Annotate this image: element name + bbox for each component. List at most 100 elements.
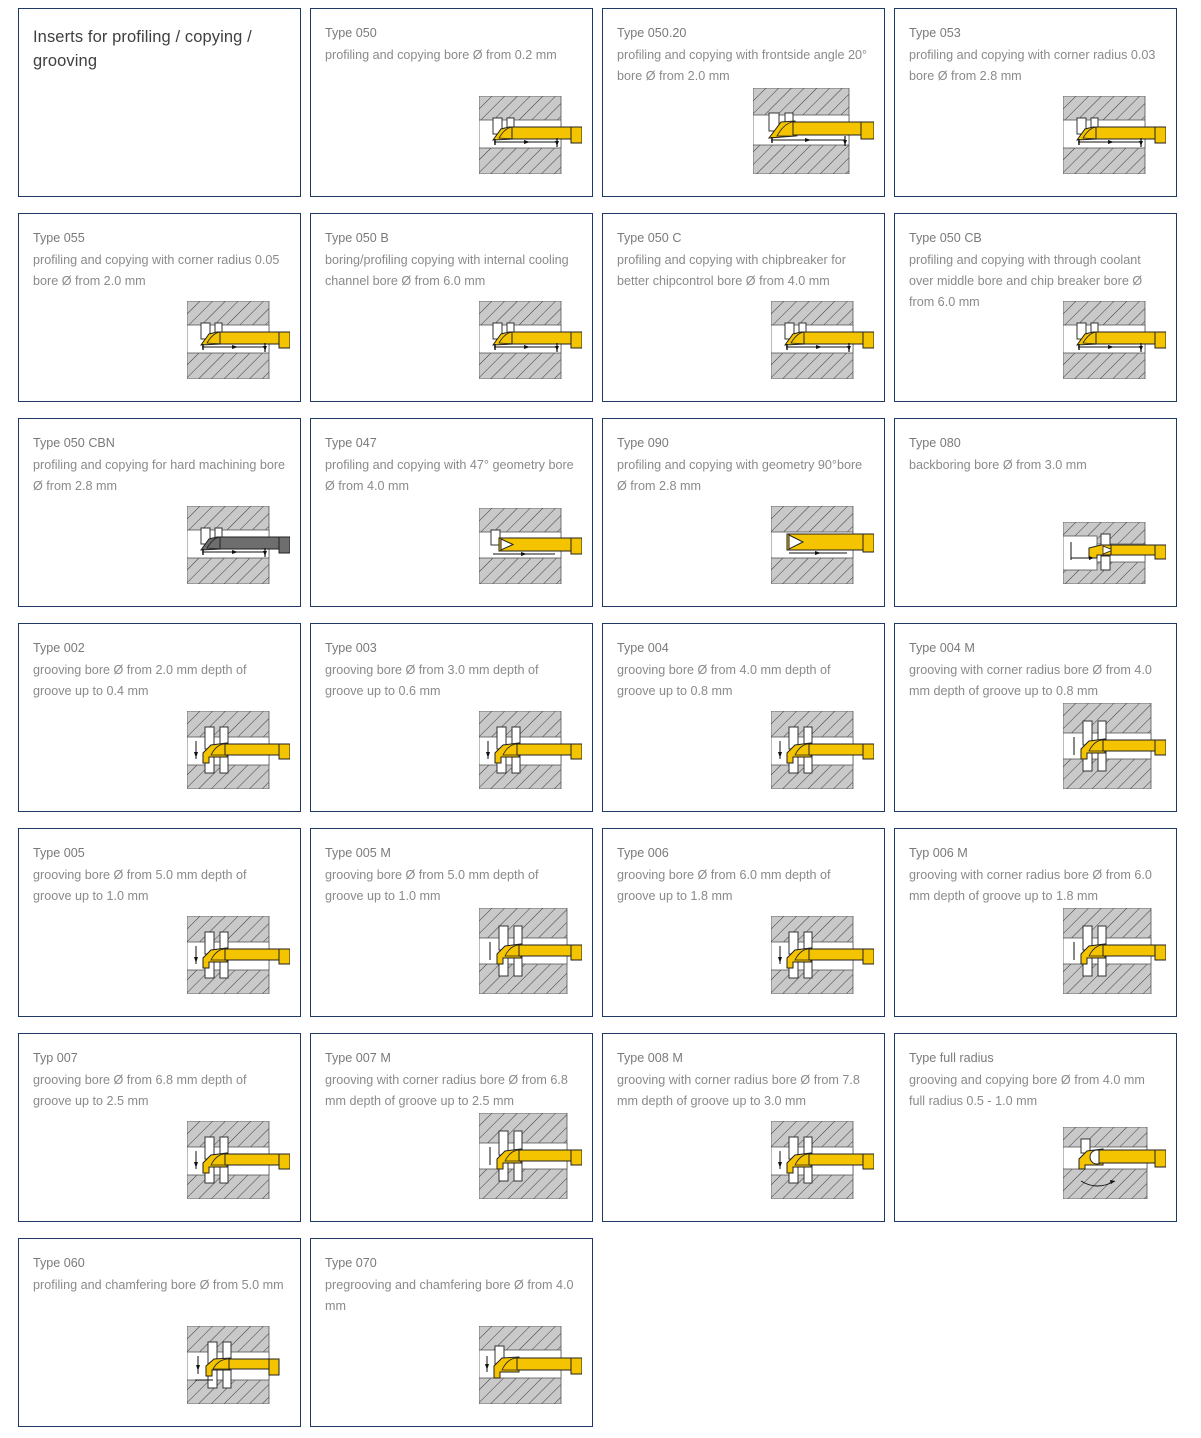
insert-type-card[interactable]: Type 060 profiling and chamfering bore Ø … bbox=[18, 1238, 301, 1427]
insert-figure-area bbox=[311, 295, 592, 379]
insert-figure-area bbox=[603, 1115, 884, 1199]
insert-figure-area bbox=[311, 1113, 592, 1199]
insert-type-description: grooving bore Ø from 2.0 mm depth of gro… bbox=[33, 663, 247, 698]
insert-type-description: grooving with corner radius bore Ø from … bbox=[617, 1073, 860, 1108]
insert-type-card[interactable]: Typ 006 M grooving with corner radius bor… bbox=[894, 828, 1177, 1017]
tool-cross-section-diagram bbox=[753, 88, 874, 174]
tool-cross-section-diagram bbox=[479, 1113, 582, 1199]
tool-cross-section-diagram bbox=[479, 1326, 582, 1404]
insert-type-label: Type 006 bbox=[617, 846, 669, 860]
insert-type-card[interactable]: Type 055 profiling and copying with corne… bbox=[18, 213, 301, 402]
insert-type-card[interactable]: Type 007 M grooving with corner radius bo… bbox=[310, 1033, 593, 1222]
insert-figure-area bbox=[895, 90, 1176, 174]
insert-type-card[interactable]: Type full radius grooving and copying bor… bbox=[894, 1033, 1177, 1222]
insert-type-label: Type 050 bbox=[325, 26, 377, 40]
insert-type-description: grooving with corner radius bore Ø from … bbox=[325, 1073, 568, 1108]
insert-type-description: profiling and copying bore Ø from 0.2 mm bbox=[325, 48, 557, 62]
insert-type-card[interactable]: Type 005 grooving bore Ø from 5.0 mm dept… bbox=[18, 828, 301, 1017]
insert-type-card[interactable]: Type 006 grooving bore Ø from 6.0 mm dept… bbox=[602, 828, 885, 1017]
insert-type-card[interactable]: Type 005 M grooving bore Ø from 5.0 mm de… bbox=[310, 828, 593, 1017]
insert-type-label: Type 005 bbox=[33, 846, 85, 860]
insert-type-card[interactable]: Type 050 CBN profiling and copying for ha… bbox=[18, 418, 301, 607]
insert-figure-area bbox=[603, 500, 884, 584]
insert-figure-area bbox=[311, 705, 592, 789]
insert-figure-area bbox=[311, 1320, 592, 1404]
insert-type-card[interactable]: Type 004 grooving bore Ø from 4.0 mm dept… bbox=[602, 623, 885, 812]
insert-figure-area bbox=[603, 705, 884, 789]
insert-type-label: Type 080 bbox=[909, 436, 961, 450]
insert-type-card[interactable]: Type 008 M grooving with corner radius bo… bbox=[602, 1033, 885, 1222]
insert-type-description: grooving with corner radius bore Ø from … bbox=[909, 868, 1152, 903]
insert-type-label: Type full radius bbox=[909, 1051, 994, 1065]
insert-type-label: Typ 006 M bbox=[909, 846, 968, 860]
insert-type-card[interactable]: Type 050 CB profiling and copying with th… bbox=[894, 213, 1177, 402]
insert-type-card[interactable]: Type 080 backboring bore Ø from 3.0 mm bbox=[894, 418, 1177, 607]
insert-type-card[interactable]: Type 053 profiling and copying with corne… bbox=[894, 8, 1177, 197]
insert-type-label: Type 050 CB bbox=[909, 231, 982, 245]
tool-cross-section-diagram bbox=[187, 1326, 290, 1404]
insert-figure-area bbox=[311, 500, 592, 584]
tool-cross-section-diagram bbox=[771, 1121, 874, 1199]
insert-figure-area bbox=[895, 908, 1176, 994]
tool-cross-section-diagram bbox=[771, 711, 874, 789]
tool-cross-section-diagram bbox=[1063, 96, 1166, 174]
insert-type-label: Type 090 bbox=[617, 436, 669, 450]
insert-type-label: Type 002 bbox=[33, 641, 85, 655]
insert-type-description: profiling and copying with through coola… bbox=[909, 253, 1143, 309]
insert-type-card[interactable]: Type 003 grooving bore Ø from 3.0 mm dept… bbox=[310, 623, 593, 812]
insert-type-description: boring/profiling copying with internal c… bbox=[325, 253, 569, 288]
section-heading-card: Inserts for profiling / copying / groovi… bbox=[18, 8, 301, 197]
insert-type-description: profiling and copying for hard machining… bbox=[33, 458, 286, 493]
insert-type-description: profiling and copying with corner radius… bbox=[33, 253, 280, 288]
insert-type-card[interactable]: Typ 007 grooving bore Ø from 6.8 mm depth… bbox=[18, 1033, 301, 1222]
insert-figure-area bbox=[603, 295, 884, 379]
insert-type-card[interactable]: Type 070 pregrooving and chamfering bore … bbox=[310, 1238, 593, 1427]
tool-cross-section-diagram bbox=[771, 916, 874, 994]
insert-type-description: profiling and copying with frontside ang… bbox=[617, 48, 868, 83]
insert-figure-area bbox=[895, 1115, 1176, 1199]
tool-cross-section-diagram bbox=[187, 711, 290, 789]
tool-cross-section-diagram bbox=[1063, 908, 1166, 994]
insert-type-label: Type 050 B bbox=[325, 231, 389, 245]
insert-type-card[interactable]: Type 002 grooving bore Ø from 2.0 mm dept… bbox=[18, 623, 301, 812]
insert-type-card[interactable]: Type 050 C profiling and copying with chi… bbox=[602, 213, 885, 402]
insert-type-card[interactable]: Type 090 profiling and copying with geome… bbox=[602, 418, 885, 607]
tool-cross-section-diagram bbox=[479, 908, 582, 994]
insert-figure-area bbox=[603, 910, 884, 994]
insert-figure-area bbox=[19, 500, 300, 584]
insert-type-description: grooving bore Ø from 3.0 mm depth of gro… bbox=[325, 663, 539, 698]
insert-figure-area bbox=[19, 910, 300, 994]
insert-type-description: grooving bore Ø from 6.0 mm depth of gro… bbox=[617, 868, 831, 903]
insert-type-description: profiling and copying with corner radius… bbox=[909, 48, 1156, 83]
tool-cross-section-diagram bbox=[479, 301, 582, 379]
insert-type-card[interactable]: Type 050 profiling and copying bore Ø fro… bbox=[310, 8, 593, 197]
tool-cross-section-diagram bbox=[479, 711, 582, 789]
insert-type-label: Type 070 bbox=[325, 1256, 377, 1270]
insert-type-description: profiling and chamfering bore Ø from 5.0… bbox=[33, 1278, 284, 1292]
insert-type-label: Type 053 bbox=[909, 26, 961, 40]
insert-type-label: Type 050 CBN bbox=[33, 436, 115, 450]
insert-figure-area bbox=[19, 295, 300, 379]
insert-type-card[interactable]: Type 047 profiling and copying with 47° g… bbox=[310, 418, 593, 607]
tool-cross-section-diagram bbox=[1063, 703, 1166, 789]
insert-type-label: Type 003 bbox=[325, 641, 377, 655]
insert-figure-area bbox=[19, 1320, 300, 1404]
insert-type-description: grooving and copying bore Ø from 4.0 mm … bbox=[909, 1073, 1145, 1108]
tool-cross-section-diagram bbox=[771, 506, 874, 584]
insert-type-label: Type 008 M bbox=[617, 1051, 683, 1065]
insert-figure-area bbox=[311, 908, 592, 994]
tool-cross-section-diagram bbox=[771, 301, 874, 379]
insert-type-label: Type 004 M bbox=[909, 641, 975, 655]
insert-type-card[interactable]: Type 004 M grooving with corner radius bo… bbox=[894, 623, 1177, 812]
insert-type-description: profiling and copying with 47° geometry … bbox=[325, 458, 574, 493]
insert-type-card[interactable]: Type 050.20 profiling and copying with fr… bbox=[602, 8, 885, 197]
insert-type-card[interactable]: Type 050 B boring/profiling copying with … bbox=[310, 213, 593, 402]
insert-type-label: Type 004 bbox=[617, 641, 669, 655]
insert-type-label: Typ 007 bbox=[33, 1051, 78, 1065]
insert-type-label: Type 005 M bbox=[325, 846, 391, 860]
insert-type-label: Type 055 bbox=[33, 231, 85, 245]
insert-type-description: grooving bore Ø from 4.0 mm depth of gro… bbox=[617, 663, 831, 698]
tool-cross-section-diagram bbox=[187, 506, 290, 584]
tool-cross-section-diagram bbox=[187, 916, 290, 994]
tool-cross-section-diagram bbox=[187, 1121, 290, 1199]
